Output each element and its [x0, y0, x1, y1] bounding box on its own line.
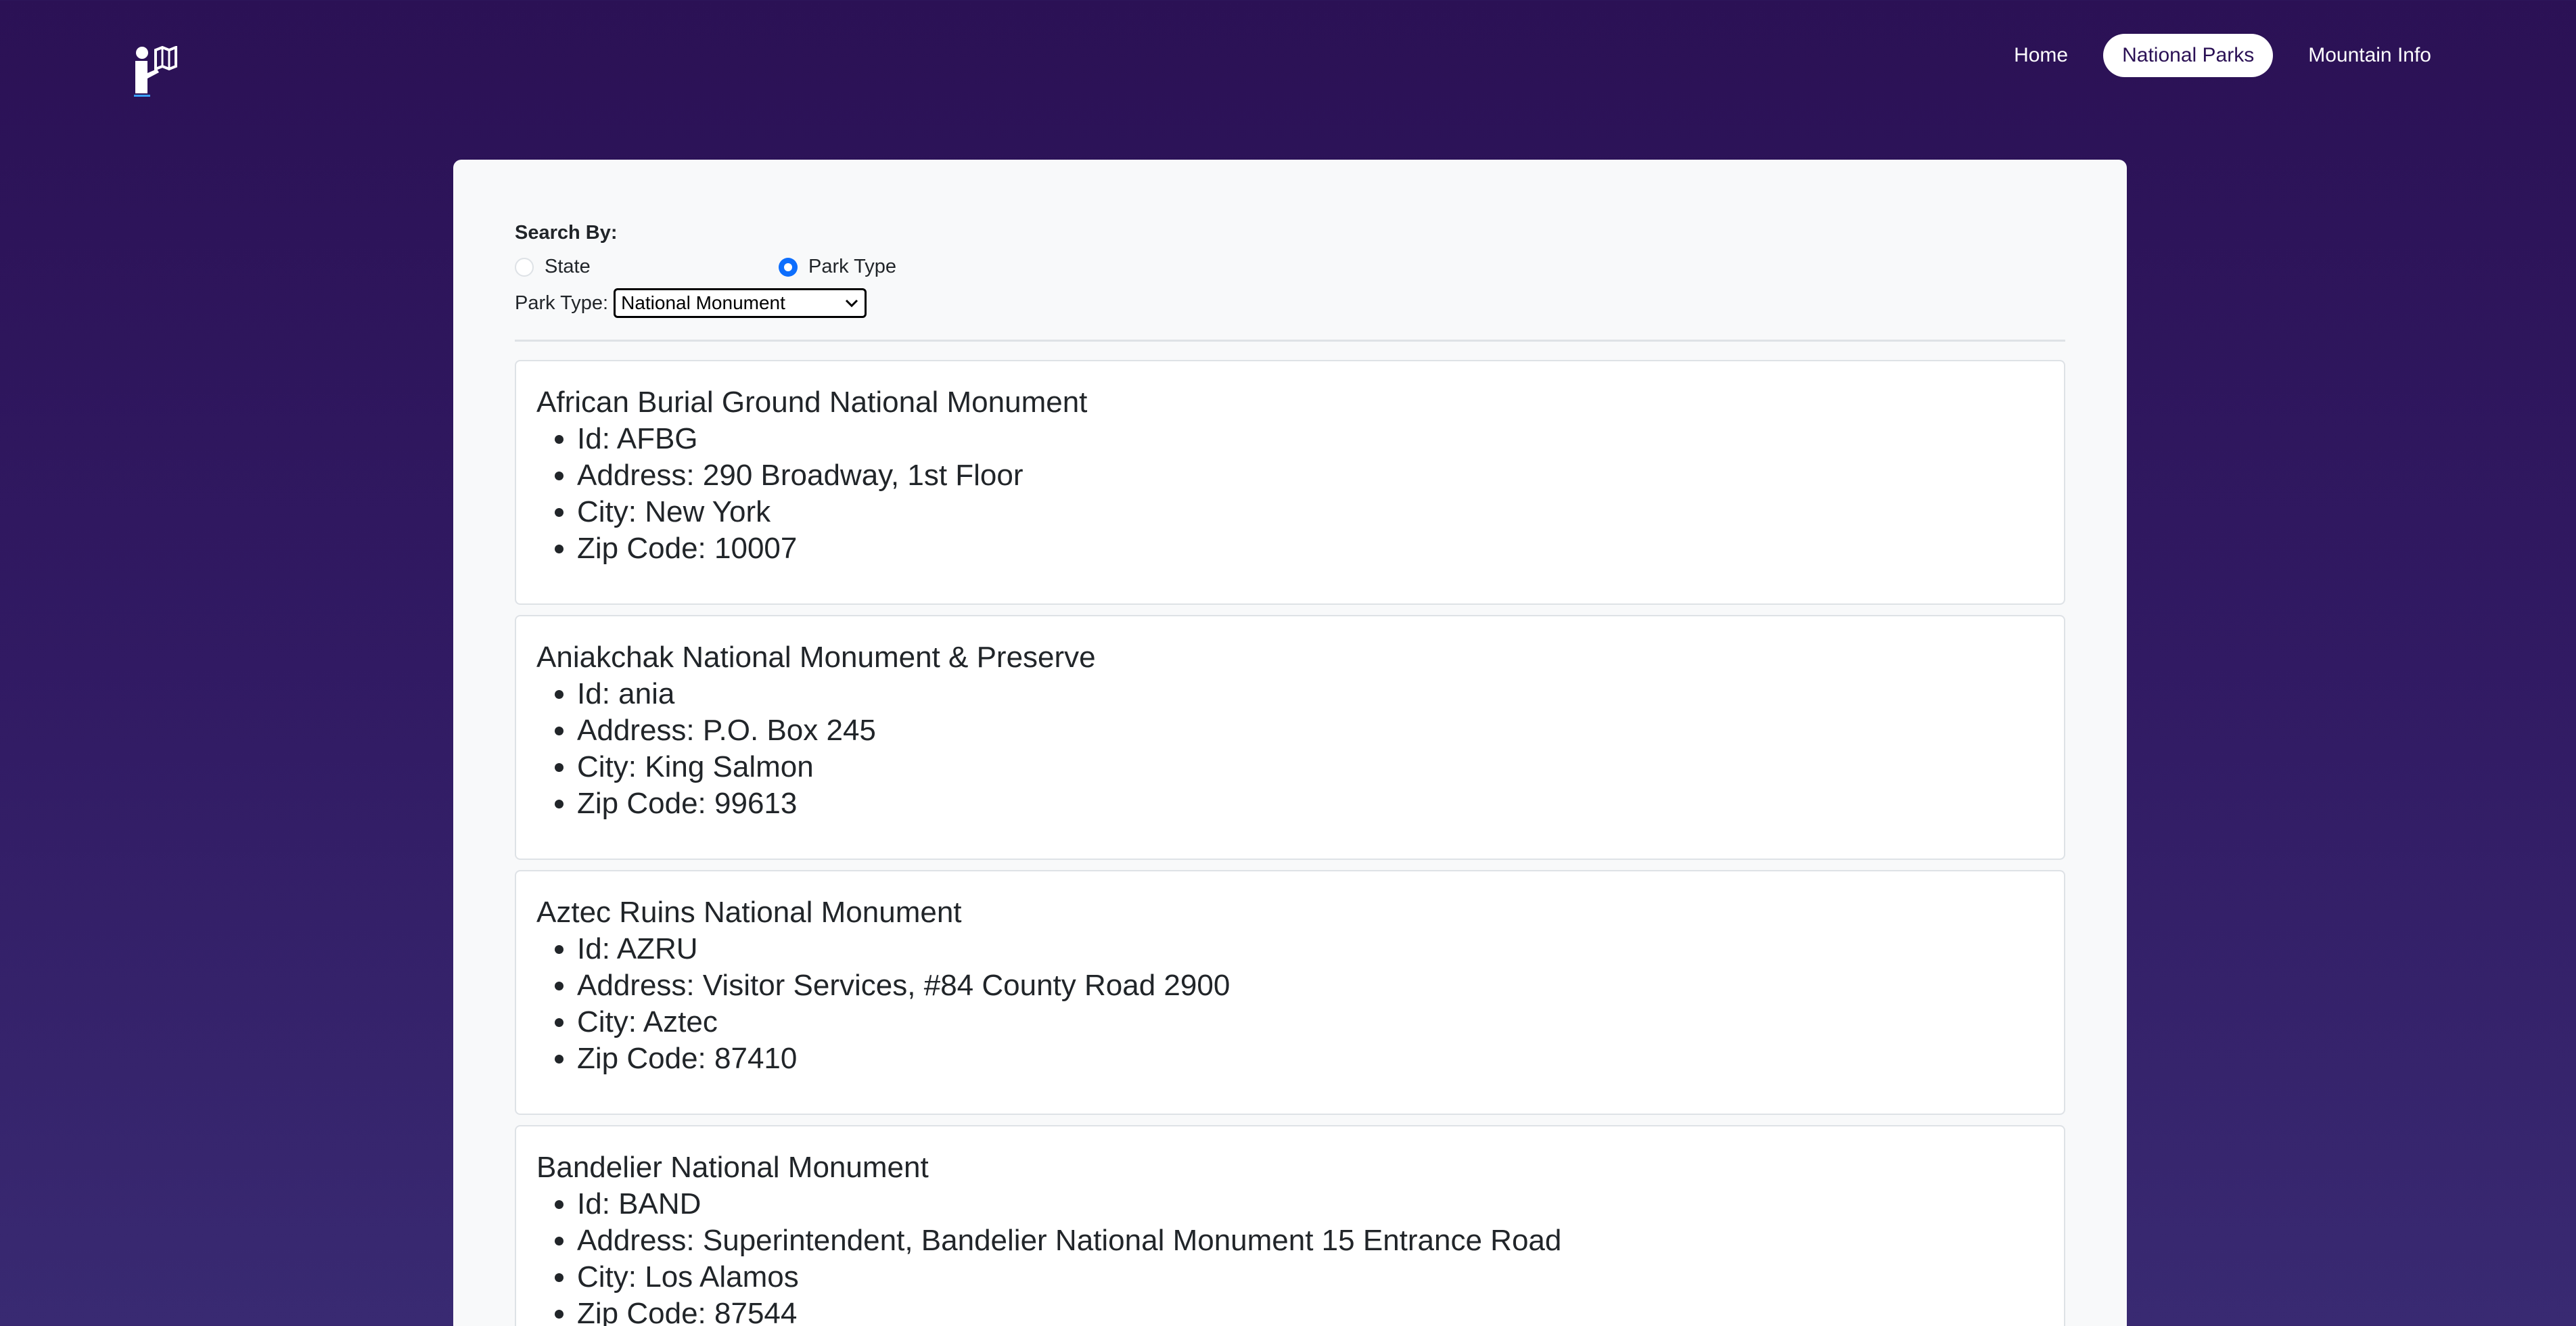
park-name: Aztec Ruins National Monument: [536, 896, 962, 929]
divider: [515, 340, 2065, 342]
park-details: Id: AFBG Address: 290 Broadway, 1st Floo…: [536, 421, 2044, 567]
radio-state-button[interactable]: [515, 257, 534, 277]
park-zip: Zip Code: 10007: [577, 530, 2044, 567]
radio-state[interactable]: State: [515, 256, 591, 278]
search-by-label: Search By:: [515, 222, 618, 244]
park-city: City: Aztec: [577, 1004, 2044, 1041]
park-city: City: Los Alamos: [577, 1259, 2044, 1296]
park-details: Id: BAND Address: Superintendent, Bandel…: [536, 1186, 2044, 1326]
search-form: Search By: State Park Type Park Type: Na…: [515, 221, 2065, 318]
park-id: Id: AFBG: [577, 421, 2044, 457]
park-zip: Zip Code: 87410: [577, 1041, 2044, 1077]
park-zip: Zip Code: 99613: [577, 785, 2044, 822]
park-card: Bandelier National Monument Id: BAND Add…: [515, 1125, 2065, 1326]
park-name: Bandelier National Monument: [536, 1151, 929, 1184]
park-type-row: Park Type: National Monument: [515, 288, 2065, 318]
park-city: City: New York: [577, 494, 2044, 530]
radio-park-type[interactable]: Park Type: [779, 256, 896, 278]
park-results-list: African Burial Ground National Monument …: [515, 360, 2065, 1326]
chevron-down-icon: [846, 299, 858, 308]
nav-home[interactable]: Home: [1995, 34, 2087, 77]
park-city: City: King Salmon: [577, 749, 2044, 785]
park-address: Address: P.O. Box 245: [577, 712, 2044, 749]
park-type-select[interactable]: National Monument: [614, 288, 867, 318]
park-address: Address: 290 Broadway, 1st Floor: [577, 457, 2044, 494]
park-name: African Burial Ground National Monument: [536, 386, 1088, 419]
park-type-label: Park Type:: [515, 292, 609, 314]
park-details: Id: AZRU Address: Visitor Services, #84 …: [536, 931, 2044, 1077]
park-type-selected-value: National Monument: [621, 292, 785, 313]
park-details: Id: ania Address: P.O. Box 245 City: Kin…: [536, 676, 2044, 822]
main-panel: Search By: State Park Type Park Type: Na…: [453, 160, 2127, 1326]
reader-map-icon[interactable]: [133, 45, 181, 99]
park-id: Id: BAND: [577, 1186, 2044, 1222]
park-card: Aztec Ruins National Monument Id: AZRU A…: [515, 870, 2065, 1115]
park-card: Aniakchak National Monument & Preserve I…: [515, 615, 2065, 860]
nav-national-parks[interactable]: National Parks: [2103, 34, 2274, 77]
nav-mountain-info[interactable]: Mountain Info: [2289, 34, 2450, 77]
park-id: Id: ania: [577, 676, 2044, 712]
navbar: Home National Parks Mountain Info: [0, 0, 2576, 115]
radio-state-label: State: [545, 256, 591, 277]
radio-park-type-button[interactable]: [779, 257, 798, 277]
park-address: Address: Superintendent, Bandelier Natio…: [577, 1222, 2044, 1259]
nav-links: Home National Parks Mountain Info: [1995, 34, 2450, 77]
search-by-options: State Park Type: [515, 256, 2065, 283]
park-name: Aniakchak National Monument & Preserve: [536, 641, 1096, 674]
park-card: African Burial Ground National Monument …: [515, 360, 2065, 605]
park-zip: Zip Code: 87544: [577, 1296, 2044, 1326]
park-id: Id: AZRU: [577, 931, 2044, 967]
radio-park-type-label: Park Type: [808, 256, 897, 277]
park-address: Address: Visitor Services, #84 County Ro…: [577, 967, 2044, 1004]
